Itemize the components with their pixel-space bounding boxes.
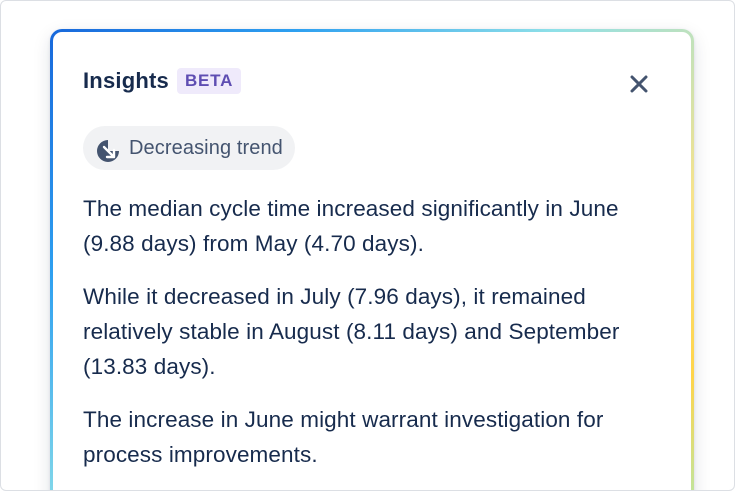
insights-header: Insights BETA (83, 68, 242, 94)
insight-paragraph: The increase in June might warrant inves… (83, 407, 604, 467)
insights-card-border: Insights BETA Decreasing trend The media… (50, 29, 694, 490)
insight-paragraph: The median cycle time increased signific… (83, 196, 619, 256)
close-button[interactable] (627, 72, 651, 96)
insight-summary: The median cycle time increased signific… (83, 191, 668, 490)
insights-title: Insights (83, 68, 169, 93)
decreasing-trend-icon (95, 138, 121, 164)
beta-badge: BETA (176, 68, 242, 94)
panel-frame: Insights BETA Decreasing trend The media… (0, 0, 735, 491)
close-icon (630, 75, 648, 93)
trend-label: Decreasing trend (129, 136, 283, 159)
insights-card: Insights BETA Decreasing trend The media… (53, 32, 691, 490)
trend-chip: Decreasing trend (83, 126, 295, 170)
insight-paragraph: While it decreased in July (7.96 days), … (83, 284, 620, 379)
